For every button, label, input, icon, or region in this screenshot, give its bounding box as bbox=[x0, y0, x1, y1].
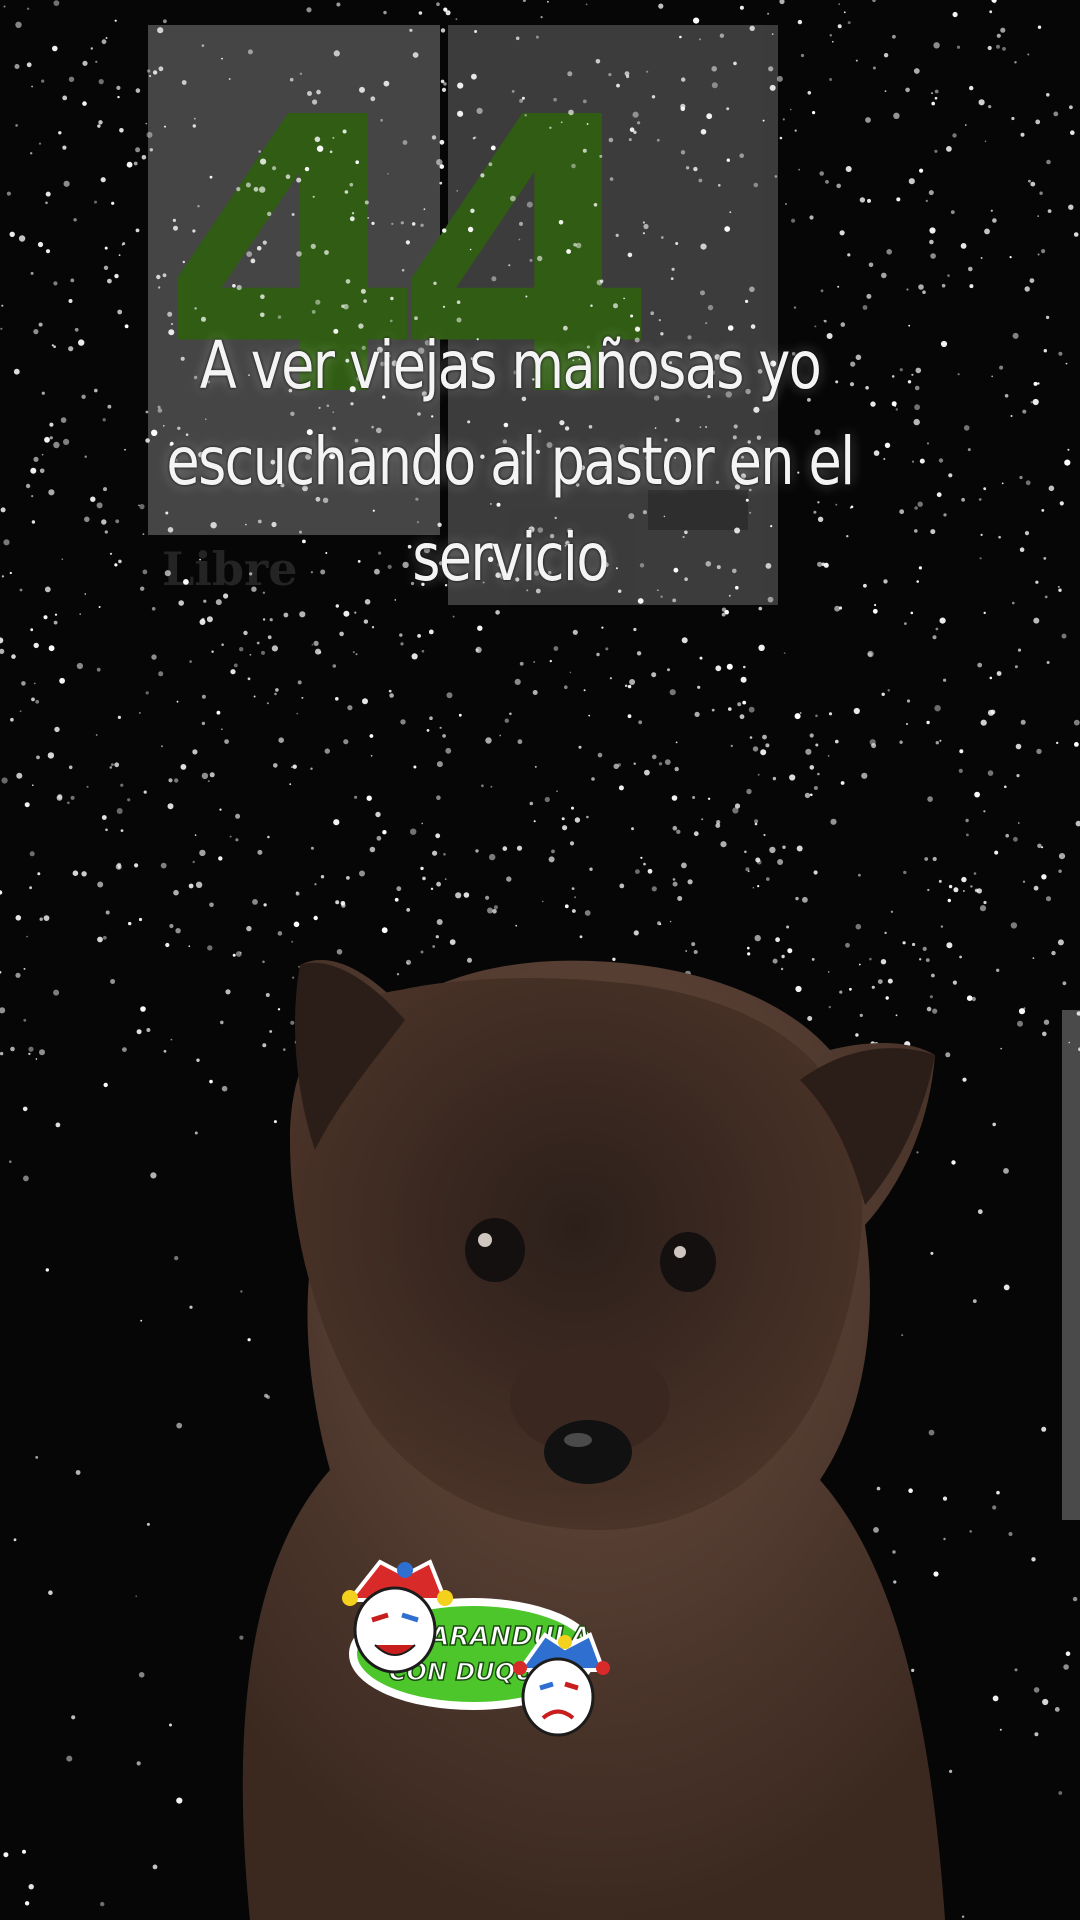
caption-text: A ver viejas mañosas yo escuchando al pa… bbox=[141, 318, 879, 606]
puppy-nose-highlight bbox=[564, 1433, 592, 1447]
video-frame: 44 Libre LA FARANDULA CON DUQUE A ver vi… bbox=[0, 0, 1080, 1920]
caption-line-1: A ver viejas mañosas yo bbox=[199, 327, 822, 404]
edge-panel bbox=[1062, 1010, 1080, 1520]
scene-canvas: 44 Libre LA FARANDULA CON DUQUE bbox=[0, 0, 1080, 1920]
caption-line-2: escuchando al pastor en el bbox=[166, 423, 855, 500]
caption-line-3: servicio bbox=[412, 519, 609, 596]
puppy-right-eye-highlight bbox=[674, 1246, 686, 1258]
puppy-left-eye-highlight bbox=[478, 1233, 492, 1247]
puppy bbox=[242, 959, 946, 1920]
puppy-right-eye bbox=[660, 1232, 716, 1292]
puppy-nose bbox=[544, 1420, 632, 1484]
puppy-left-eye bbox=[465, 1218, 525, 1282]
